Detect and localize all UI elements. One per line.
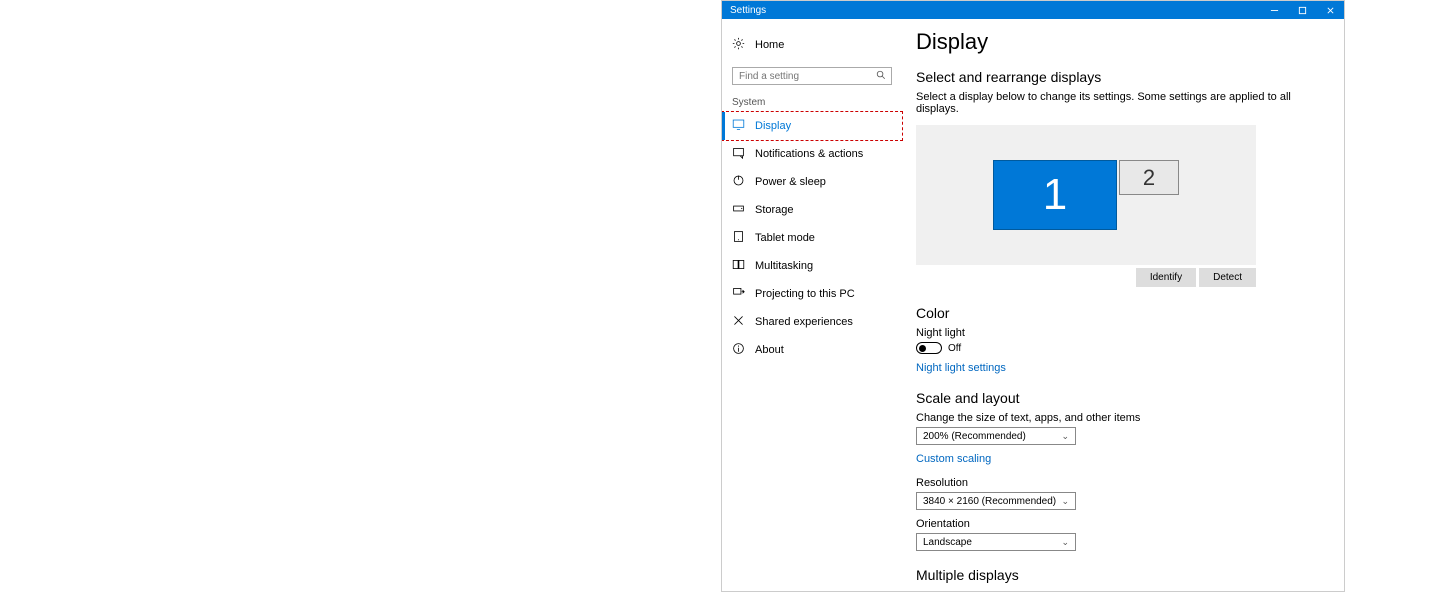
sidebar-item-label: Power & sleep bbox=[755, 176, 826, 188]
custom-scaling-link[interactable]: Custom scaling bbox=[916, 453, 1334, 465]
sidebar-item-label: About bbox=[755, 344, 784, 356]
sidebar-item-label: Notifications & actions bbox=[755, 148, 863, 160]
scale-dropdown[interactable]: 200% (Recommended) ⌄ bbox=[916, 427, 1076, 445]
main-panel: Display Select and rearrange displays Se… bbox=[902, 19, 1344, 591]
orientation-value: Landscape bbox=[923, 537, 972, 548]
sidebar-item-label: Storage bbox=[755, 204, 794, 216]
gear-icon bbox=[732, 37, 745, 53]
titlebar: Settings bbox=[722, 1, 1344, 19]
night-light-settings-link[interactable]: Night light settings bbox=[916, 362, 1334, 374]
page-title: Display bbox=[916, 29, 1334, 55]
about-icon bbox=[732, 342, 745, 358]
sidebar-item-storage[interactable]: Storage bbox=[722, 196, 902, 224]
chevron-down-icon: ⌄ bbox=[1061, 537, 1069, 548]
sidebar-item-multitasking[interactable]: Multitasking bbox=[722, 252, 902, 280]
display-arrangement-area[interactable]: 1 2 bbox=[916, 125, 1256, 265]
power-icon bbox=[732, 174, 745, 190]
sidebar-item-projecting[interactable]: Projecting to this PC bbox=[722, 280, 902, 308]
multitasking-icon bbox=[732, 258, 745, 274]
night-light-toggle[interactable] bbox=[916, 342, 942, 354]
projecting-icon bbox=[732, 286, 745, 302]
sidebar-home[interactable]: Home bbox=[722, 33, 902, 57]
sidebar-item-label: Multitasking bbox=[755, 260, 813, 272]
sidebar-item-about[interactable]: About bbox=[722, 336, 902, 364]
scale-value: 200% (Recommended) bbox=[923, 431, 1026, 442]
window-title: Settings bbox=[730, 5, 766, 16]
display-box-2[interactable]: 2 bbox=[1119, 160, 1179, 195]
sidebar-item-power[interactable]: Power & sleep bbox=[722, 168, 902, 196]
sidebar-item-display[interactable]: Display bbox=[722, 112, 902, 140]
night-light-state: Off bbox=[948, 343, 961, 354]
section-multiple-displays: Multiple displays bbox=[916, 567, 1334, 583]
sidebar-home-label: Home bbox=[755, 39, 784, 51]
sidebar: Home System Display Notifications & acti… bbox=[722, 19, 902, 591]
sidebar-item-label: Projecting to this PC bbox=[755, 288, 855, 300]
scale-desc: Change the size of text, apps, and other… bbox=[916, 412, 1334, 424]
detect-button[interactable]: Detect bbox=[1199, 268, 1256, 287]
settings-window: Settings Home bbox=[721, 0, 1345, 592]
chevron-down-icon: ⌄ bbox=[1061, 431, 1069, 442]
sidebar-item-label: Tablet mode bbox=[755, 232, 815, 244]
notifications-icon bbox=[732, 146, 745, 162]
sidebar-item-label: Display bbox=[755, 120, 791, 132]
sidebar-item-tablet[interactable]: Tablet mode bbox=[722, 224, 902, 252]
chevron-down-icon: ⌄ bbox=[1061, 496, 1069, 507]
resolution-value: 3840 × 2160 (Recommended) bbox=[923, 496, 1056, 507]
search-input[interactable] bbox=[732, 67, 892, 85]
sidebar-item-notifications[interactable]: Notifications & actions bbox=[722, 140, 902, 168]
orientation-label: Orientation bbox=[916, 518, 1334, 530]
resolution-dropdown[interactable]: 3840 × 2160 (Recommended) ⌄ bbox=[916, 492, 1076, 510]
shared-icon bbox=[732, 314, 745, 330]
tablet-icon bbox=[732, 230, 745, 246]
minimize-button[interactable] bbox=[1260, 1, 1288, 19]
identify-button[interactable]: Identify bbox=[1136, 268, 1196, 287]
orientation-dropdown[interactable]: Landscape ⌄ bbox=[916, 533, 1076, 551]
search-icon bbox=[876, 70, 886, 83]
sidebar-section-label: System bbox=[722, 97, 902, 112]
sidebar-item-shared[interactable]: Shared experiences bbox=[722, 308, 902, 336]
monitor-icon bbox=[732, 118, 745, 134]
resolution-label: Resolution bbox=[916, 477, 1334, 489]
section-select-rearrange: Select and rearrange displays bbox=[916, 69, 1334, 85]
section-color: Color bbox=[916, 305, 1334, 321]
sidebar-item-label: Shared experiences bbox=[755, 316, 853, 328]
night-light-label: Night light bbox=[916, 327, 1334, 339]
select-desc: Select a display below to change its set… bbox=[916, 91, 1334, 115]
storage-icon bbox=[732, 202, 745, 218]
display-box-1[interactable]: 1 bbox=[993, 160, 1117, 230]
maximize-button[interactable] bbox=[1288, 1, 1316, 19]
section-scale-layout: Scale and layout bbox=[916, 390, 1334, 406]
close-button[interactable] bbox=[1316, 1, 1344, 19]
